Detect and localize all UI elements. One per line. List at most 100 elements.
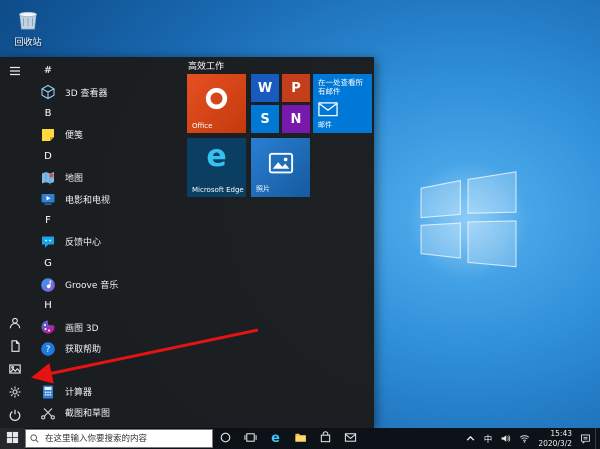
mail-envelope-icon — [318, 102, 338, 117]
app-list-section-header[interactable]: G — [30, 253, 186, 274]
documents-button[interactable] — [0, 336, 30, 359]
start-menu-expand-button[interactable] — [0, 61, 30, 84]
mail-taskbar-button[interactable] — [338, 428, 363, 449]
snip-sketch-icon — [40, 405, 56, 421]
app-list-item-get-help[interactable]: ? 获取帮助 — [30, 338, 186, 359]
svg-text:?: ? — [46, 345, 51, 355]
tile-group-title[interactable]: 高效工作 — [188, 59, 224, 72]
document-icon — [8, 338, 22, 357]
start-app-list: # 3D 查看器 B 便笺 D 地图 电影和电视 F 反馈中心 G Groove… — [30, 57, 186, 428]
office-icon — [204, 86, 229, 111]
power-icon — [8, 407, 22, 426]
recycle-bin-shortcut[interactable]: 回收站 — [4, 6, 52, 48]
app-list-section-header[interactable]: H — [30, 295, 186, 316]
windows-logo-icon — [6, 429, 19, 448]
start-menu: # 3D 查看器 B 便笺 D 地图 电影和电视 F 反馈中心 G Groove… — [0, 57, 374, 428]
search-icon — [29, 429, 43, 448]
app-list-item-feedback-hub[interactable]: 反馈中心 — [30, 231, 186, 252]
app-list-item-calculator[interactable]: 计算器 — [30, 381, 186, 402]
speaker-icon — [500, 429, 511, 448]
user-icon — [8, 315, 22, 334]
recycle-bin-label: 回收站 — [14, 38, 42, 48]
recycle-bin-icon — [4, 6, 52, 34]
3d-viewer-icon — [40, 84, 56, 100]
hidden-icons-button[interactable] — [461, 428, 480, 449]
pictures-icon — [8, 361, 22, 380]
tray-date: 2020/3/2 — [538, 438, 572, 448]
app-label: Groove 音乐 — [65, 281, 119, 292]
skype-icon: S — [260, 111, 270, 127]
hamburger-icon — [8, 63, 22, 82]
app-list-section-header[interactable]: B — [30, 103, 186, 124]
app-list-item-sticky-notes[interactable]: 便笺 — [30, 124, 186, 145]
start-button[interactable] — [0, 428, 25, 449]
onenote-icon: N — [290, 111, 302, 127]
tile-office[interactable]: Office — [187, 74, 246, 133]
task-view-icon — [244, 429, 257, 448]
word-icon: W — [257, 80, 273, 96]
taskbar: e 中 — [0, 428, 600, 449]
cortana-button[interactable] — [213, 428, 238, 449]
user-account-button[interactable] — [0, 313, 30, 336]
tile-skype[interactable]: S — [251, 105, 279, 133]
mail-tile-message: 在一处查看所有邮件 — [318, 78, 363, 97]
ime-indicator[interactable]: 中 — [480, 428, 497, 449]
app-label: 3D 查看器 — [65, 88, 108, 99]
app-list-item-movies-tv[interactable]: 电影和电视 — [30, 188, 186, 209]
app-list-item-paint-3d[interactable]: 画图 3D — [30, 317, 186, 338]
clock[interactable]: 15:43 2020/3/2 — [534, 429, 576, 449]
app-list-section-header[interactable]: D — [30, 146, 186, 167]
app-label: 电影和电视 — [65, 195, 111, 206]
microsoft-store-button[interactable] — [313, 428, 338, 449]
power-button[interactable] — [0, 405, 30, 428]
tile-word[interactable]: W — [251, 74, 279, 102]
app-list-section-header[interactable]: J — [30, 359, 186, 380]
app-list-section-header[interactable]: # — [30, 60, 186, 81]
gear-icon — [8, 384, 22, 403]
tile-microsoft-edge[interactable]: e Microsoft Edge — [187, 138, 246, 197]
file-explorer-button[interactable] — [288, 428, 313, 449]
show-desktop-button[interactable] — [595, 428, 600, 449]
mail-envelope-icon — [344, 429, 357, 448]
app-list-section-header[interactable]: F — [30, 210, 186, 231]
get-help-icon: ? — [40, 341, 56, 357]
volume-button[interactable] — [496, 428, 515, 449]
windows-wallpaper-logo — [408, 162, 528, 281]
settings-button[interactable] — [0, 382, 30, 405]
store-bag-icon — [319, 429, 332, 448]
app-list-item-snip-sketch[interactable]: 截图和草图 — [30, 402, 186, 423]
app-label: 获取帮助 — [65, 345, 102, 356]
photos-icon — [268, 152, 294, 174]
action-center-button[interactable] — [576, 428, 595, 449]
movies-tv-icon — [40, 191, 56, 207]
network-button[interactable] — [515, 428, 534, 449]
pictures-button[interactable] — [0, 359, 30, 382]
task-view-button[interactable] — [238, 428, 263, 449]
taskbar-search[interactable] — [25, 429, 213, 448]
tile-mail[interactable]: 在一处查看所有邮件 邮件 — [313, 74, 372, 133]
app-list-item-maps[interactable]: 地图 — [30, 167, 186, 188]
action-center-icon — [580, 429, 591, 448]
edge-taskbar-button[interactable]: e — [263, 428, 288, 449]
app-label: 画图 3D — [65, 323, 99, 334]
app-list-item-3d-viewer[interactable]: 3D 查看器 — [30, 81, 186, 102]
calculator-icon — [40, 384, 56, 400]
app-label: 反馈中心 — [65, 238, 102, 249]
app-label: 计算器 — [65, 388, 93, 399]
ime-label: 中 — [483, 434, 493, 445]
system-tray: 中 15:43 2020/3/2 — [461, 428, 600, 449]
feedback-hub-icon — [40, 234, 56, 250]
app-list-item-groove-music[interactable]: Groove 音乐 — [30, 274, 186, 295]
tile-photos[interactable]: 照片 — [251, 138, 310, 197]
tray-time: 15:43 — [550, 428, 572, 438]
tile-onenote[interactable]: N — [282, 105, 310, 133]
search-input[interactable] — [43, 432, 209, 445]
chevron-up-icon — [465, 429, 476, 448]
wifi-icon — [519, 429, 530, 448]
app-label: 便笺 — [65, 131, 84, 142]
edge-icon: e — [271, 431, 280, 446]
app-label: 截图和草图 — [65, 409, 111, 420]
start-menu-rail — [0, 57, 30, 428]
powerpoint-icon: P — [291, 80, 301, 96]
tile-powerpoint[interactable]: P — [282, 74, 310, 102]
